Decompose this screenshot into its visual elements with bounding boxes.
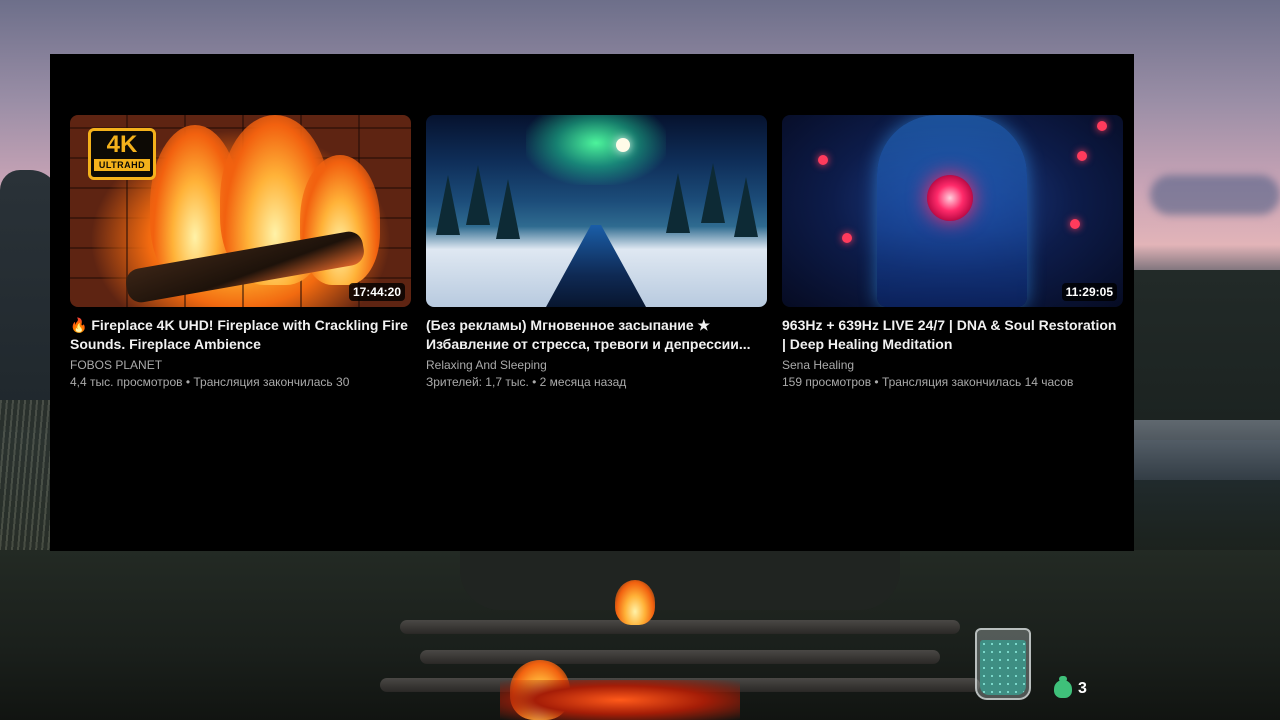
campfire-flame xyxy=(615,580,655,625)
background-lake xyxy=(1134,420,1280,480)
channel-name[interactable]: Relaxing And Sleeping xyxy=(426,357,767,374)
video-meta: 4,4 тыс. просмотров • Трансляция закончи… xyxy=(70,375,350,389)
grill-bar xyxy=(400,620,960,634)
background-grass xyxy=(0,400,50,560)
channel-name[interactable]: Sena Healing xyxy=(782,357,1123,374)
gem-jar-icon xyxy=(975,628,1031,700)
pine-tree xyxy=(496,179,520,239)
video-title[interactable]: 963Hz + 639Hz LIVE 24/7 | DNA & Soul Res… xyxy=(782,316,1123,354)
energy-node xyxy=(1077,151,1087,161)
video-meta: 159 просмотров • Трансляция закончилась … xyxy=(782,375,1074,389)
pine-tree xyxy=(701,163,725,223)
video-cards-row: 4K ULTRAHD 17:44:20 🔥 Fireplace 4K UHD! … xyxy=(70,115,1123,391)
video-thumbnail[interactable]: 11:29:05 xyxy=(782,115,1123,307)
badge-ultrahd-text: ULTRAHD xyxy=(94,159,150,171)
energy-node xyxy=(1070,219,1080,229)
video-meta: Зрителей: 1,7 тыс. • 2 месяца назад xyxy=(426,375,627,389)
cooking-pot xyxy=(460,550,900,610)
sky-cloud xyxy=(1150,175,1280,215)
moon-icon xyxy=(616,138,630,152)
energy-node xyxy=(818,155,828,165)
heart-icon xyxy=(927,175,973,221)
energy-node xyxy=(842,233,852,243)
badge-4k-text: 4K xyxy=(106,131,138,158)
video-duration: 11:29:05 xyxy=(1061,283,1117,301)
campfire-scene xyxy=(360,550,1000,720)
video-card[interactable]: 11:29:05 963Hz + 639Hz LIVE 24/7 | DNA &… xyxy=(782,115,1123,391)
energy-node xyxy=(1097,121,1107,131)
jar-gems xyxy=(980,640,1026,695)
pine-tree xyxy=(666,173,690,233)
pine-tree xyxy=(436,175,460,235)
4k-badge-icon: 4K ULTRAHD xyxy=(88,128,156,180)
video-suggestions-panel: 4K ULTRAHD 17:44:20 🔥 Fireplace 4K UHD! … xyxy=(50,54,1134,551)
points-counter: 3 xyxy=(1054,676,1087,698)
campfire-embers xyxy=(500,680,740,720)
pine-tree xyxy=(466,165,490,225)
video-title[interactable]: (Без рекламы) Мгновенное засыпание ★ Изб… xyxy=(426,316,767,354)
counter-value: 3 xyxy=(1078,680,1087,697)
video-title[interactable]: 🔥 Fireplace 4K UHD! Fireplace with Crack… xyxy=(70,316,411,354)
river xyxy=(546,225,646,307)
video-thumbnail[interactable]: 4K ULTRAHD 17:44:20 xyxy=(70,115,411,307)
video-card[interactable]: (Без рекламы) Мгновенное засыпание ★ Изб… xyxy=(426,115,767,391)
video-card[interactable]: 4K ULTRAHD 17:44:20 🔥 Fireplace 4K UHD! … xyxy=(70,115,411,391)
grill-bar xyxy=(420,650,940,664)
aurora-glow xyxy=(526,115,666,185)
puzzle-piece-icon xyxy=(1054,676,1072,698)
pine-tree xyxy=(734,177,758,237)
video-thumbnail[interactable] xyxy=(426,115,767,307)
background-trees-right xyxy=(1134,270,1280,440)
channel-name[interactable]: FOBOS PLANET xyxy=(70,357,411,374)
video-duration: 17:44:20 xyxy=(348,283,405,301)
